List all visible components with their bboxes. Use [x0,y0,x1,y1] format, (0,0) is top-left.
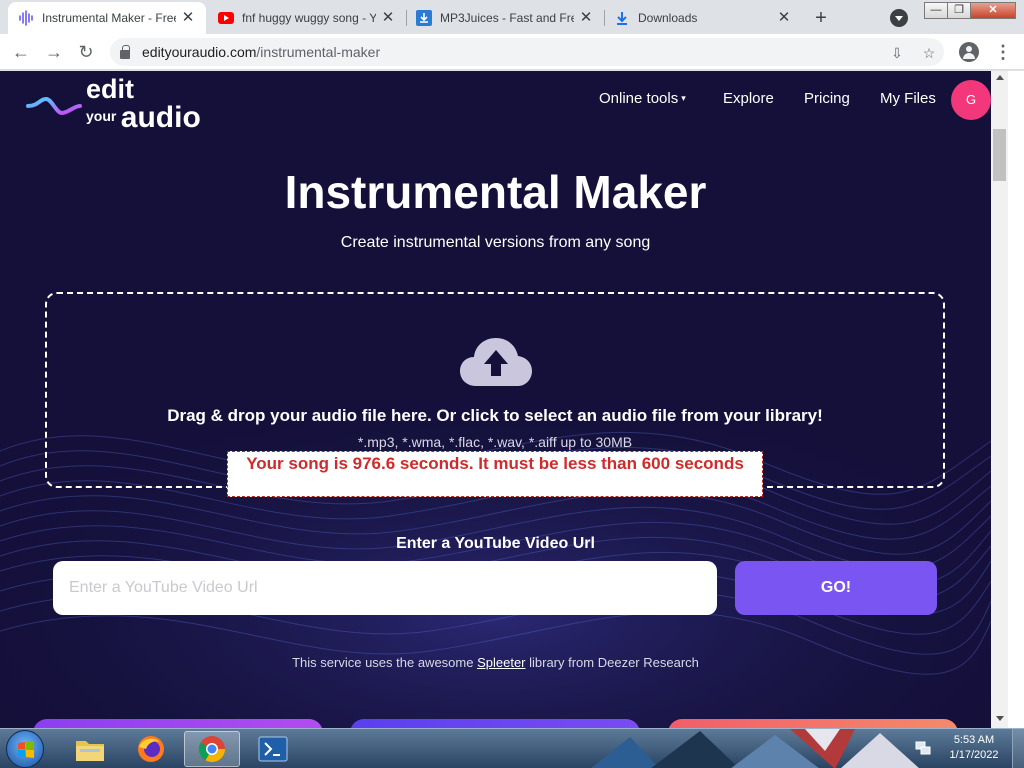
tool-card-peek[interactable] [33,719,323,728]
browser-tab-strip: Instrumental Maker - Free ✕ fnf huggy wu… [0,0,1024,34]
taskbar-explorer[interactable] [62,731,118,767]
back-icon[interactable]: ← [9,40,33,64]
firefox-icon [138,736,164,762]
tool-card-peek[interactable] [668,719,958,728]
minimize-button[interactable]: — [924,2,948,19]
tab-title: Downloads [638,11,698,25]
wallpaper-art [591,729,919,768]
page-viewport: edit your audio Online tools ▾ Explore Pr… [0,71,991,728]
spleeter-link[interactable]: Spleeter [477,655,525,670]
profile-icon[interactable] [959,42,979,62]
taskbar-clock[interactable]: 5:53 AM 1/17/2022 [940,733,1008,763]
download-icon [416,10,432,26]
reload-icon[interactable]: ↻ [74,40,98,64]
avatar[interactable]: G [951,80,991,120]
bookmark-star-icon[interactable]: ☆ [920,44,938,62]
nav-online-tools[interactable]: Online tools ▾ [599,90,686,110]
go-button[interactable]: GO! [735,561,937,615]
nav-pricing[interactable]: Pricing [804,90,850,110]
cloud-upload-icon [460,338,532,386]
url-path: /instrumental-maker [256,44,381,60]
page-subtitle: Create instrumental versions from any so… [340,234,651,251]
youtube-icon [218,10,234,26]
lock-icon [120,44,130,59]
window-close-button[interactable]: ✕ [970,2,1016,19]
new-tab-button[interactable]: + [808,5,834,31]
folder-icon [76,741,104,761]
close-icon[interactable]: ✕ [578,10,594,26]
install-app-icon[interactable]: ⇩ [888,44,906,62]
error-message: Your song is 976.6 seconds. It must be l… [227,451,763,497]
windows-taskbar: 5:53 AM 1/17/2022 [0,728,1024,768]
tab-title: Instrumental Maker - Free [42,11,176,25]
tab-youtube[interactable]: fnf huggy wuggy song - Y ✕ [208,2,406,34]
youtube-url-input[interactable] [53,561,717,615]
logo-word-audio: audio [120,101,201,134]
dropzone-formats: *.mp3, *.wma, *.flac, *.wav, *.aiff up t… [357,434,633,450]
tab-mp3juices[interactable]: MP3Juices - Fast and Free ✕ [406,2,604,34]
logo-wordmark: edit your audio [86,76,201,133]
credit-before: This service uses the awesome [292,655,478,670]
site-logo[interactable]: edit your audio [26,76,201,133]
logo-waveform-icon [26,78,82,131]
credit-after: library from Deezer Research [525,655,699,670]
close-icon[interactable]: ✕ [380,10,396,26]
downloads-arrow-icon [614,10,630,26]
youtube-url-label: Enter a YouTube Video Url [396,535,595,552]
address-bar[interactable]: edityouraudio.com/instrumental-maker ⇩ ☆ [110,38,944,66]
scroll-up-arrow-icon[interactable] [996,75,1004,80]
tab-title: fnf huggy wuggy song - Y [242,11,376,25]
clock-time: 5:53 AM [953,734,995,746]
waveform-icon [18,10,34,26]
url-text: edityouraudio.com/instrumental-maker [142,44,380,60]
tab-instrumental-maker[interactable]: Instrumental Maker - Free ✕ [8,2,206,34]
page-scrollbar[interactable] [991,71,1008,728]
window-frame [1008,71,1024,728]
tab-title: MP3Juices - Fast and Free [440,11,574,25]
scroll-down-arrow-icon[interactable] [996,716,1004,721]
logo-word-your: your [86,108,117,124]
windows-logo-icon [18,741,34,758]
url-domain: edityouraudio.com [142,44,257,60]
taskbar-chrome[interactable] [184,731,240,767]
browser-toolbar: ← → ↻ edityouraudio.com/instrumental-mak… [0,34,1024,70]
nav-my-files[interactable]: My Files [880,90,936,110]
logo-word-edit: edit [86,74,135,104]
forward-icon[interactable]: → [42,40,66,64]
tab-search-icon[interactable] [890,9,908,27]
network-icon[interactable] [915,741,931,755]
scroll-thumb[interactable] [993,129,1006,181]
nav-explore[interactable]: Explore [723,90,774,110]
dropzone-instructions: Drag & drop your audio file here. Or cli… [167,406,823,425]
credit-text: This service uses the awesome Spleeter l… [0,655,991,670]
powershell-icon [258,736,288,762]
chevron-down-icon: ▾ [681,93,686,103]
page-title: Instrumental Maker [284,166,707,218]
taskbar-firefox[interactable] [123,731,179,767]
taskbar-powershell[interactable] [245,731,301,767]
show-desktop-button[interactable] [1012,729,1024,768]
clock-date: 1/17/2022 [949,749,999,761]
window-controls: — ❐ ✕ [924,2,1016,19]
close-icon[interactable]: ✕ [180,10,196,26]
maximize-button[interactable]: ❐ [947,2,971,19]
tool-card-peek[interactable] [350,719,640,728]
chrome-icon [198,736,226,763]
browser-menu-icon[interactable]: ⋮ [994,40,1012,64]
start-button[interactable] [6,730,44,768]
nav-online-tools-label: Online tools [599,90,679,107]
close-icon[interactable]: ✕ [776,10,792,26]
tab-downloads[interactable]: Downloads ✕ [604,2,802,34]
